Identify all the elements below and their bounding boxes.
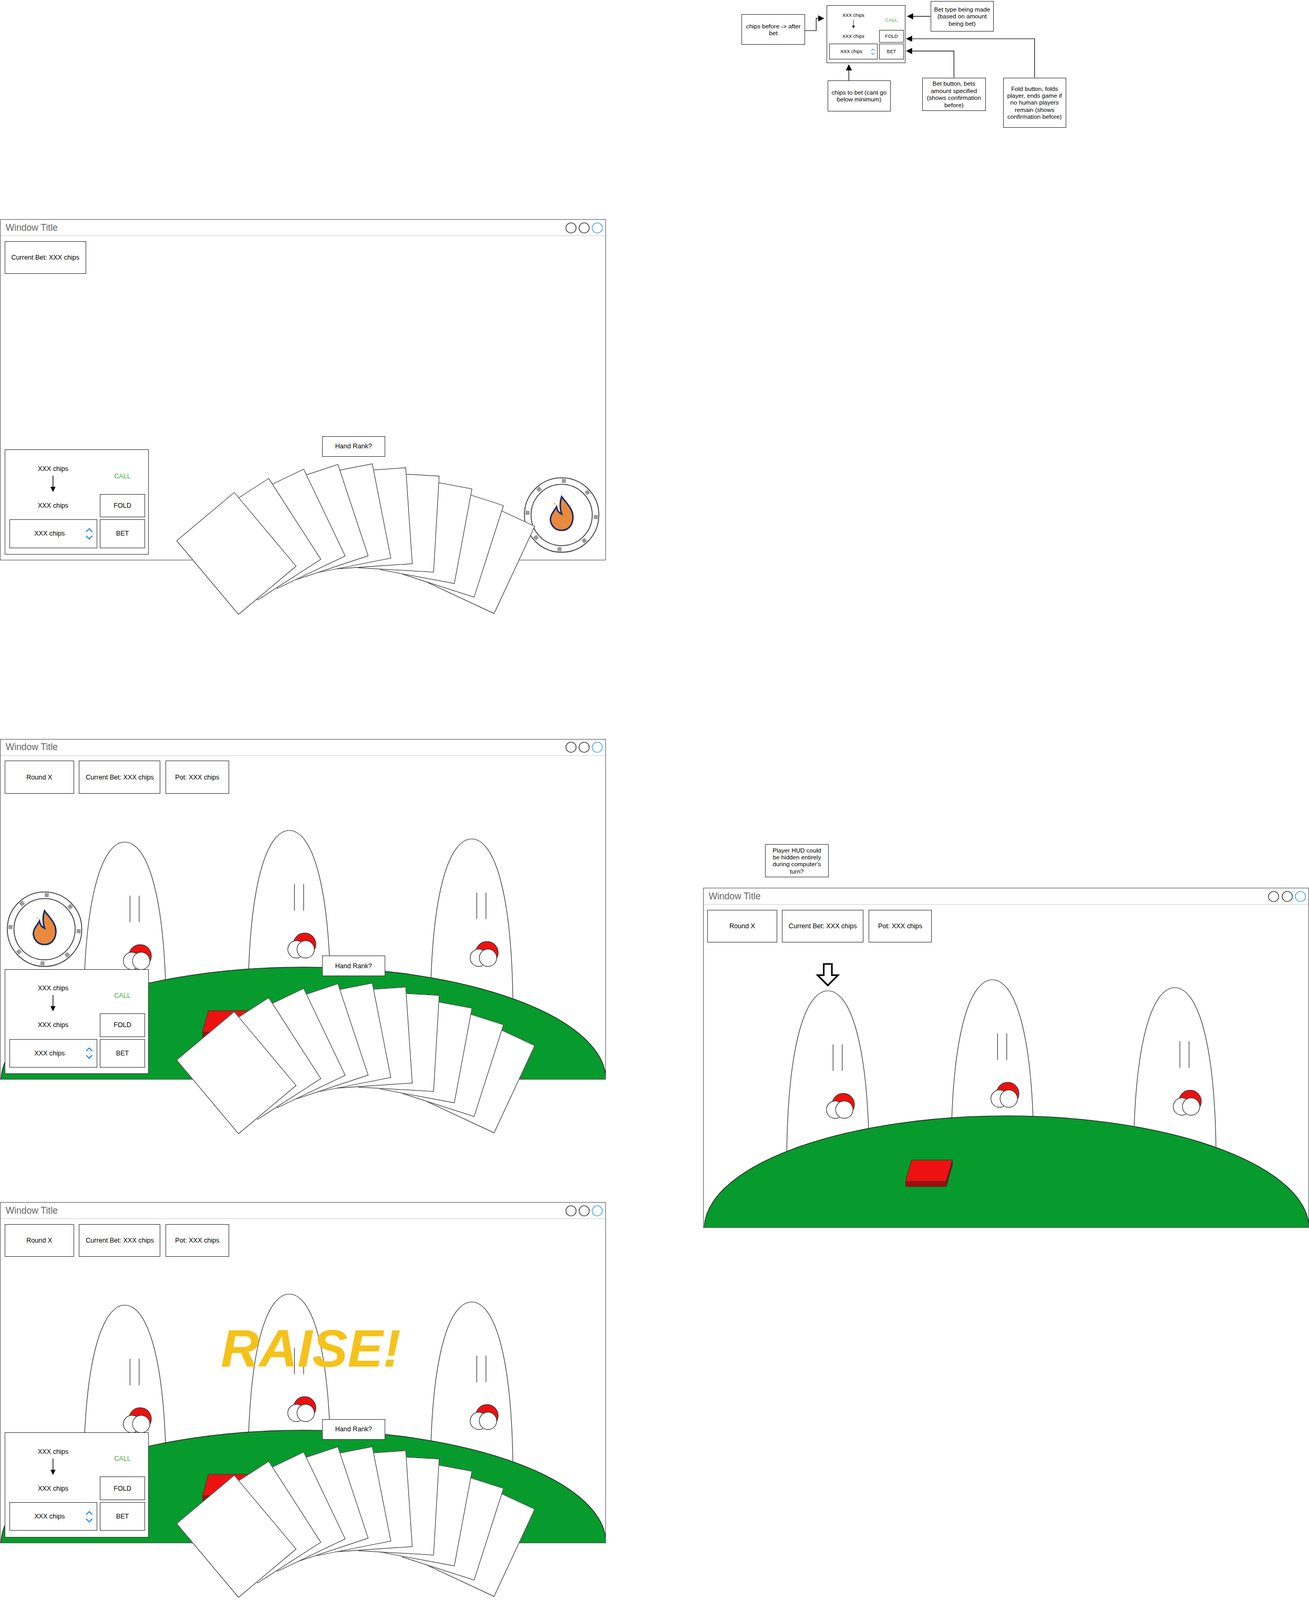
hand-rank-button[interactable]: Hand Rank? bbox=[322, 955, 386, 976]
poker-chip-icon bbox=[522, 476, 601, 554]
spinner-icon[interactable] bbox=[870, 47, 876, 56]
chips-after: XXX chips bbox=[829, 29, 878, 44]
hand-rank-button[interactable]: Hand Rank? bbox=[322, 436, 386, 457]
stat-box: Current Bet: XXX chips bbox=[78, 1223, 161, 1257]
spinner-icon[interactable] bbox=[85, 1045, 94, 1060]
stats-bar: Round XCurrent Bet: XXX chipsPot: XXX ch… bbox=[4, 760, 230, 793]
stat-box: Pot: XXX chips bbox=[868, 909, 932, 943]
bet-type: CALL bbox=[99, 973, 145, 1012]
game-window: Window Title Round XCurrent Bet: XXX chi… bbox=[0, 738, 606, 1080]
minimize-icon[interactable] bbox=[564, 740, 577, 754]
hud-diagram: XXX chips CALL XXX chips FOLD XXX chips … bbox=[826, 5, 906, 64]
chip-stack bbox=[5, 890, 84, 968]
close-icon[interactable] bbox=[591, 221, 604, 234]
close-icon[interactable] bbox=[591, 1204, 604, 1217]
maximize-icon[interactable] bbox=[578, 1204, 591, 1217]
minimize-icon[interactable] bbox=[564, 1204, 577, 1217]
stat-box: Pot: XXX chips bbox=[165, 1223, 229, 1257]
player-hud: XXX chips CALL XXX chips FOLD XXX chips … bbox=[4, 969, 149, 1075]
chips-before: XXX chips bbox=[829, 7, 878, 29]
window-title: Window Title bbox=[5, 1204, 58, 1216]
hand-rank-button[interactable]: Hand Rank? bbox=[322, 1418, 386, 1440]
arrow-down-icon bbox=[49, 475, 57, 492]
annotation-note: chips to bet (cant go below minimum) bbox=[827, 80, 891, 111]
bet-button[interactable]: BET bbox=[99, 1038, 145, 1068]
chips-after: XXX chips bbox=[9, 1476, 98, 1500]
bet-input[interactable]: XXX chips bbox=[829, 43, 878, 60]
title-bar: Window Title bbox=[0, 1202, 606, 1219]
turn-arrow-icon bbox=[815, 962, 841, 988]
stat-box: Round X bbox=[4, 1223, 75, 1257]
stat-box: Current Bet: XXX chips bbox=[78, 760, 161, 793]
stats-bar: Current Bet: XXX chips bbox=[4, 241, 87, 274]
bet-input[interactable]: XXX chips bbox=[9, 1038, 98, 1068]
annotation-note: Player HUD could be hidden entirely duri… bbox=[765, 843, 829, 878]
chips-before: XXX chips bbox=[9, 454, 98, 492]
player-hud: XXX chips CALL XXX chips FOLD XXX chips … bbox=[826, 5, 906, 64]
arrow-down-icon bbox=[49, 994, 57, 1012]
chips-after: XXX chips bbox=[9, 1013, 98, 1037]
close-icon[interactable] bbox=[591, 740, 604, 754]
bet-input[interactable]: XXX chips bbox=[9, 1501, 98, 1531]
annotation-note: Bet button, bets amount specified (shows… bbox=[922, 77, 986, 111]
chips-after: XXX chips bbox=[9, 493, 98, 518]
annotation-note: Fold button, folds player, ends game if … bbox=[1003, 77, 1067, 128]
bet-input[interactable]: XXX chips bbox=[9, 519, 98, 548]
stat-box: Round X bbox=[4, 760, 75, 793]
arrow-down-icon bbox=[851, 19, 855, 29]
arrow-down-icon bbox=[49, 1458, 57, 1475]
annotation-note: Bet type being made (based on amount bei… bbox=[930, 1, 994, 32]
bet-type: CALL bbox=[99, 454, 145, 492]
stats-bar: Round XCurrent Bet: XXX chipsPot: XXX ch… bbox=[4, 1223, 230, 1257]
poker-table bbox=[703, 1114, 1309, 1228]
stats-bar: Round XCurrent Bet: XXX chipsPot: XXX ch… bbox=[707, 909, 932, 943]
maximize-icon[interactable] bbox=[1281, 890, 1294, 903]
minimize-icon[interactable] bbox=[564, 221, 577, 234]
stat-box: Current Bet: XXX chips bbox=[4, 241, 87, 274]
bet-button[interactable]: BET bbox=[99, 1501, 145, 1531]
title-bar: Window Title bbox=[0, 739, 606, 756]
fold-button[interactable]: FOLD bbox=[99, 493, 145, 518]
maximize-icon[interactable] bbox=[578, 221, 591, 234]
fold-button[interactable]: FOLD bbox=[879, 29, 904, 44]
game-window: Window Title Round XCurrent Bet: XXX chi… bbox=[703, 887, 1309, 1228]
stat-box: Current Bet: XXX chips bbox=[781, 909, 864, 943]
chips-before: XXX chips bbox=[9, 1436, 98, 1475]
window-title: Window Title bbox=[5, 222, 58, 234]
game-window: Window Title Current Bet: XXX chips Hand… bbox=[0, 219, 606, 560]
card-deck-icon bbox=[905, 1157, 955, 1191]
bet-type: CALL bbox=[879, 7, 904, 29]
bet-type: CALL bbox=[99, 1436, 145, 1475]
player-hud: XXX chips CALL XXX chips FOLD XXX chips … bbox=[4, 449, 149, 555]
action-banner: RAISE! bbox=[220, 1321, 401, 1375]
bet-button[interactable]: BET bbox=[99, 519, 145, 548]
window-title: Window Title bbox=[708, 890, 761, 902]
spinner-icon[interactable] bbox=[85, 526, 94, 541]
player-hud: XXX chips CALL XXX chips FOLD XXX chips … bbox=[4, 1431, 149, 1538]
maximize-icon[interactable] bbox=[578, 740, 591, 754]
bet-button[interactable]: BET bbox=[879, 43, 904, 60]
stat-box: Round X bbox=[707, 909, 777, 943]
title-bar: Window Title bbox=[0, 219, 606, 236]
chips-before: XXX chips bbox=[9, 973, 98, 1012]
fold-button[interactable]: FOLD bbox=[99, 1013, 145, 1037]
design-canvas: XXX chips CALL XXX chips FOLD XXX chips … bbox=[0, 0, 1309, 1599]
minimize-icon[interactable] bbox=[1267, 890, 1280, 903]
window-title: Window Title bbox=[5, 741, 58, 753]
title-bar: Window Title bbox=[703, 888, 1309, 905]
game-window: Window Title Round XCurrent Bet: XXX chi… bbox=[0, 1201, 606, 1543]
spinner-icon[interactable] bbox=[85, 1509, 94, 1524]
fold-button[interactable]: FOLD bbox=[99, 1476, 145, 1500]
poker-chip-icon bbox=[5, 890, 84, 968]
stat-box: Pot: XXX chips bbox=[165, 760, 229, 793]
annotation-note: chips before -> after bet bbox=[741, 14, 805, 45]
chip-stack bbox=[522, 476, 601, 554]
close-icon[interactable] bbox=[1294, 890, 1307, 903]
